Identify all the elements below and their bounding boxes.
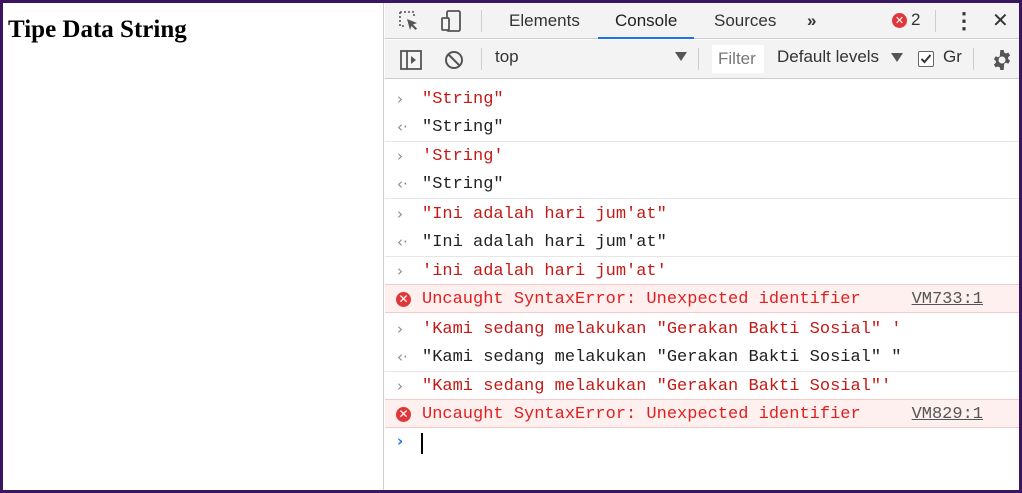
console-input-text: 'String' <box>422 147 504 166</box>
context-selector[interactable]: top <box>495 47 519 67</box>
input-chevron-icon: › <box>397 147 403 165</box>
console-result-text: "String" <box>422 175 504 194</box>
context-dropdown-icon[interactable] <box>675 52 687 61</box>
console-result-row: ‹· "Ini adalah hari jum'at" <box>385 228 1019 257</box>
browser-window: Tipe Data String Elements Console Source… <box>3 3 1019 490</box>
console-input-text: "Kami sedang melakukan "Gerakan Bakti So… <box>422 377 892 396</box>
console-input-row: › "String" <box>385 85 1019 114</box>
console-input-row: › 'String' <box>385 142 1019 171</box>
group-similar-checkbox[interactable] <box>918 51 934 67</box>
console-result-text: "Ini adalah hari jum'at" <box>422 233 667 252</box>
kebab-menu-icon[interactable]: ⋮ <box>953 3 975 39</box>
console-input-text: "String" <box>422 90 504 109</box>
console-input-text: 'ini adalah hari jum'at' <box>422 262 667 281</box>
console-result-row: ‹· "String" <box>385 170 1019 199</box>
input-chevron-icon: › <box>397 262 403 280</box>
console-prompt-icon: › <box>397 432 404 450</box>
console-error-row: ✕ Uncaught SyntaxError: Unexpected ident… <box>385 284 1019 313</box>
console-input-row: › 'ini adalah hari jum'at' <box>385 257 1019 286</box>
console-input-text: 'Kami sedang melakukan "Gerakan Bakti So… <box>422 320 902 339</box>
tab-console[interactable]: Console <box>598 3 695 39</box>
tab-elements[interactable]: Elements <box>509 3 580 39</box>
toolbar-divider <box>481 48 482 70</box>
tabbar-divider-right <box>935 10 936 32</box>
console-error-row: ✕ Uncaught SyntaxError: Unexpected ident… <box>385 399 1019 428</box>
console-input-text: "Ini adalah hari jum'at" <box>422 205 667 224</box>
error-source-link[interactable]: VM829:1 <box>912 400 983 429</box>
console-input-row: › "Kami sedang melakukan "Gerakan Bakti … <box>385 372 1019 401</box>
page-viewport: Tipe Data String <box>3 3 384 490</box>
more-tabs-icon[interactable]: » <box>807 3 816 39</box>
entry-separator <box>385 198 1019 199</box>
console-result-row: ‹· "Kami sedang melakukan "Gerakan Bakti… <box>385 343 1019 372</box>
error-icon: ✕ <box>396 292 411 307</box>
input-chevron-icon: › <box>397 377 403 395</box>
devtools-panel: Elements Console Sources » ✕ 2 ⋮ ✕ top F… <box>385 3 1019 490</box>
inspect-element-icon[interactable] <box>397 9 421 33</box>
clear-console-icon[interactable] <box>442 48 466 72</box>
error-message: Uncaught SyntaxError: Unexpected identif… <box>422 290 861 309</box>
group-similar-label: Gr <box>943 47 962 66</box>
error-count[interactable]: 2 <box>911 10 920 30</box>
console-input-row: › 'Kami sedang melakukan "Gerakan Bakti … <box>385 315 1019 344</box>
tab-sources[interactable]: Sources <box>714 3 776 39</box>
error-icon: ✕ <box>396 407 411 422</box>
console-result-text: "String" <box>422 118 504 137</box>
result-arrow-icon: ‹· <box>397 118 408 136</box>
page-heading: Tipe Data String <box>8 16 187 43</box>
console-toolbar: top Filter Default levels Gr <box>385 40 1019 79</box>
console-output[interactable]: › "String" ‹· "String" › 'String' ‹· "St… <box>385 80 1019 490</box>
console-result-text: "Kami sedang melakukan "Gerakan Bakti So… <box>422 348 902 367</box>
result-arrow-icon: ‹· <box>397 233 408 251</box>
result-arrow-icon: ‹· <box>397 175 408 193</box>
devtools-tabbar: Elements Console Sources » ✕ 2 ⋮ ✕ <box>385 3 1019 39</box>
error-source-link[interactable]: VM733:1 <box>912 285 983 314</box>
filter-input[interactable]: Filter <box>712 45 764 73</box>
levels-dropdown-icon[interactable] <box>891 53 903 62</box>
input-chevron-icon: › <box>397 90 403 108</box>
console-input-row: › "Ini adalah hari jum'at" <box>385 200 1019 229</box>
console-result-row: ‹· "String" <box>385 113 1019 142</box>
close-devtools-icon[interactable]: ✕ <box>992 3 1009 39</box>
error-message: Uncaught SyntaxError: Unexpected identif… <box>422 405 861 424</box>
device-toolbar-icon[interactable] <box>440 9 464 33</box>
input-chevron-icon: › <box>397 205 403 223</box>
console-sidebar-icon[interactable] <box>399 48 423 72</box>
gear-icon[interactable] <box>990 48 1014 72</box>
error-badge-icon[interactable]: ✕ <box>892 13 907 28</box>
console-input-caret[interactable] <box>421 433 423 454</box>
toolbar-divider-3 <box>973 48 974 70</box>
result-arrow-icon: ‹· <box>397 348 408 366</box>
toolbar-divider-2 <box>698 48 699 70</box>
tabbar-divider <box>481 10 482 32</box>
log-levels-dropdown[interactable]: Default levels <box>777 47 879 67</box>
input-chevron-icon: › <box>397 320 403 338</box>
